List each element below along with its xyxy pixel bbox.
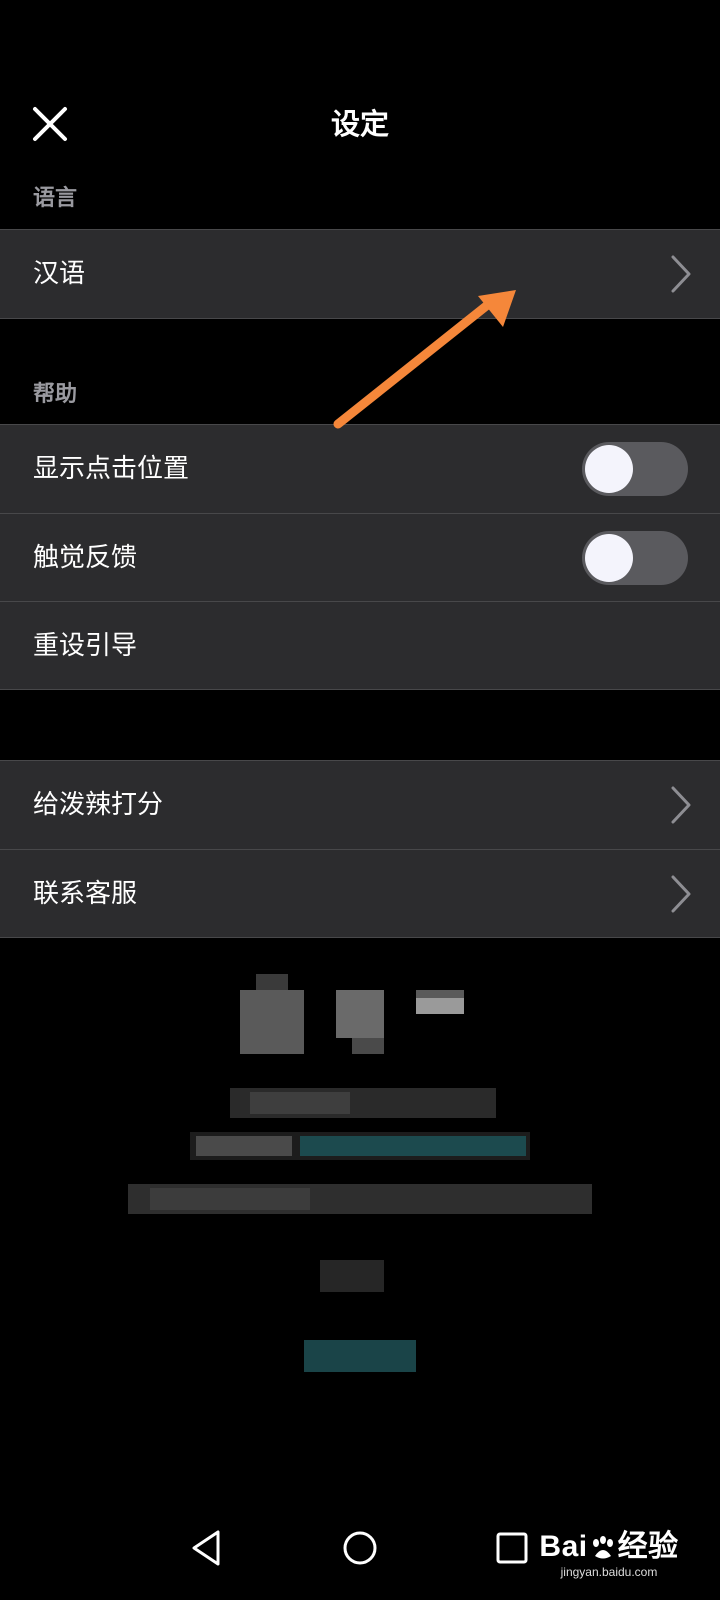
haptic-feedback-label: 触觉反馈	[33, 543, 138, 573]
page-title: 设定	[330, 107, 389, 141]
show-touches-toggle[interactable]	[582, 442, 688, 496]
rate-app-row[interactable]: 给泼辣打分	[0, 761, 720, 849]
nav-back-button[interactable]	[186, 1526, 230, 1570]
section-label-help: 帮助	[33, 382, 78, 407]
contact-support-row[interactable]: 联系客服	[0, 849, 720, 937]
watermark-url: jingyan.baidu.com	[560, 1565, 658, 1579]
watermark-logo-right: 经验	[617, 1530, 679, 1563]
watermark: Bai 经验 jingyan.baidu.com	[534, 1530, 684, 1580]
toggle-knob	[585, 534, 633, 582]
toggle-knob	[585, 445, 633, 493]
rate-app-label: 给泼辣打分	[33, 790, 164, 820]
language-row[interactable]: 汉语	[0, 230, 720, 318]
watermark-logo-left: Bai	[539, 1530, 588, 1563]
nav-recents-button[interactable]	[490, 1526, 534, 1570]
home-circle-icon[interactable]	[338, 1526, 382, 1570]
show-touches-label: 显示点击位置	[33, 454, 190, 484]
section-label-language: 语言	[33, 186, 78, 211]
other-group: 给泼辣打分 联系客服	[0, 760, 720, 938]
help-group: 显示点击位置 触觉反馈 重设引导	[0, 424, 720, 690]
reset-guide-label: 重设引导	[33, 631, 138, 661]
header: 设定	[0, 80, 720, 166]
pixelated-app-info	[0, 940, 720, 1380]
contact-support-label: 联系客服	[33, 879, 138, 909]
watermark-logo: Bai 经验	[534, 1530, 684, 1564]
nav-home-button[interactable]	[338, 1526, 382, 1570]
language-value: 汉语	[33, 259, 86, 289]
chevron-right-icon	[671, 255, 691, 293]
back-triangle-icon[interactable]	[186, 1526, 230, 1570]
haptic-feedback-row: 触觉反馈	[0, 513, 720, 601]
haptic-feedback-toggle[interactable]	[582, 531, 688, 585]
chevron-right-icon	[671, 875, 691, 913]
recents-square-icon[interactable]	[490, 1526, 534, 1570]
paw-icon	[592, 1536, 613, 1559]
chevron-right-icon	[671, 786, 691, 824]
show-touches-row: 显示点击位置	[0, 425, 720, 513]
reset-guide-row[interactable]: 重设引导	[0, 601, 720, 689]
language-group: 汉语	[0, 229, 720, 319]
